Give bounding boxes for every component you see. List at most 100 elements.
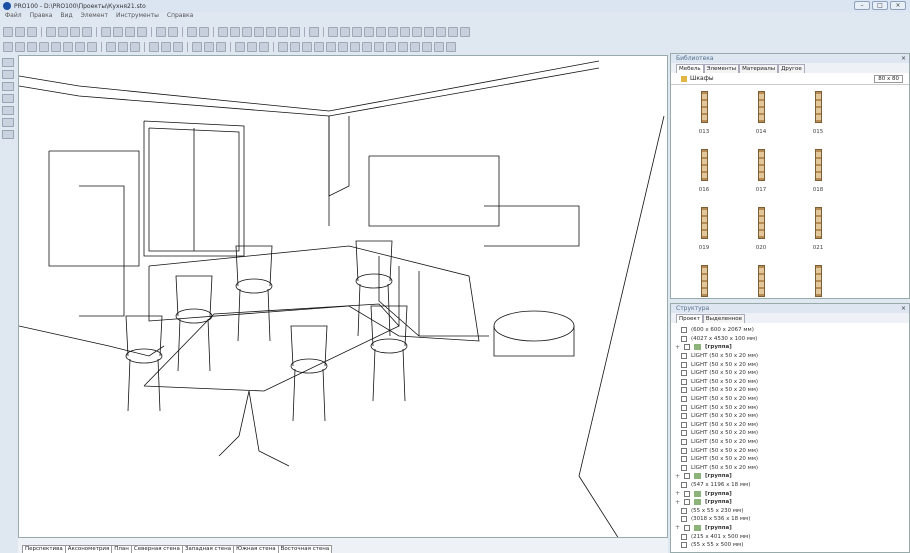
toolbar-button[interactable] — [376, 26, 386, 37]
toolbar-button[interactable] — [247, 41, 257, 52]
visibility-checkbox[interactable] — [684, 344, 690, 351]
tab-other[interactable]: Другое — [778, 64, 805, 73]
visibility-checkbox[interactable] — [681, 447, 687, 454]
toolbar-button[interactable] — [352, 26, 362, 37]
tree-row[interactable]: (215 x 401 x 500 мм) — [681, 532, 909, 541]
folder-select[interactable]: Шкафы 80 x 80 — [671, 73, 909, 85]
toolbar-button[interactable] — [3, 26, 13, 37]
tree-row[interactable]: (55 x 55 x 230 мм) — [681, 506, 909, 515]
tool-button[interactable] — [2, 130, 14, 139]
tab-north-wall[interactable]: Северная стена — [130, 545, 183, 553]
expand-icon[interactable]: + — [675, 473, 680, 480]
toolbar-button[interactable] — [400, 26, 410, 37]
library-item[interactable] — [746, 265, 776, 303]
tree-row[interactable]: LIGHT (50 x 50 x 20 мм) — [681, 464, 909, 473]
toolbar-button[interactable] — [338, 41, 348, 52]
toolbar-button[interactable] — [118, 41, 128, 52]
visibility-checkbox[interactable] — [684, 499, 690, 506]
visibility-checkbox[interactable] — [681, 481, 687, 488]
visibility-checkbox[interactable] — [681, 413, 687, 420]
toolbar-button[interactable] — [410, 41, 420, 52]
toolbar-button[interactable] — [204, 41, 214, 52]
toolbar-button[interactable] — [290, 41, 300, 52]
tree-row[interactable]: + [группа] — [675, 498, 909, 507]
toolbar-button[interactable] — [173, 41, 183, 52]
toolbar-button[interactable] — [398, 41, 408, 52]
tree-row[interactable]: LIGHT (50 x 50 x 20 мм) — [681, 369, 909, 378]
tab-axonometry[interactable]: Аксонометрия — [64, 545, 113, 553]
library-item[interactable]: 015 — [803, 91, 833, 135]
tree-row[interactable]: LIGHT (50 x 50 x 20 мм) — [681, 412, 909, 421]
toolbar-button[interactable] — [218, 26, 228, 37]
tree-row[interactable]: LIGHT (50 x 50 x 20 мм) — [681, 386, 909, 395]
tree-row[interactable]: LIGHT (50 x 50 x 20 мм) — [681, 360, 909, 369]
toolbar-button[interactable] — [278, 41, 288, 52]
toolbar-button[interactable] — [340, 26, 350, 37]
toolbar-button[interactable] — [168, 26, 178, 37]
toolbar-button[interactable] — [216, 41, 226, 52]
toolbar-button[interactable] — [374, 41, 384, 52]
visibility-checkbox[interactable] — [681, 464, 687, 471]
tree-row[interactable]: (3018 x 536 x 18 мм) — [681, 515, 909, 524]
toolbar-button[interactable] — [39, 41, 49, 52]
tree-row[interactable]: LIGHT (50 x 50 x 20 мм) — [681, 395, 909, 404]
toolbar-button[interactable] — [448, 26, 458, 37]
expand-icon[interactable]: + — [675, 499, 680, 506]
visibility-checkbox[interactable] — [681, 516, 687, 523]
toolbar-button[interactable] — [63, 41, 73, 52]
toolbar-button[interactable] — [460, 26, 470, 37]
library-item[interactable]: 020 — [746, 207, 776, 251]
tree-row[interactable]: (600 x 600 x 2067 мм) — [681, 326, 909, 335]
toolbar-button[interactable] — [230, 26, 240, 37]
tab-perspective[interactable]: Перспектива — [22, 545, 66, 553]
toolbar-button[interactable] — [15, 26, 25, 37]
visibility-checkbox[interactable] — [684, 490, 690, 497]
tool-button[interactable] — [2, 58, 14, 67]
toolbar-button[interactable] — [328, 26, 338, 37]
visibility-checkbox[interactable] — [681, 378, 687, 385]
menu-edit[interactable]: Правка — [30, 12, 53, 22]
tab-selected[interactable]: Выделенное — [702, 314, 746, 323]
toolbar-button[interactable] — [101, 26, 111, 37]
toolbar-button[interactable] — [3, 41, 13, 52]
toolbar-button[interactable] — [15, 41, 25, 52]
library-item[interactable]: 014 — [746, 91, 776, 135]
toolbar-button[interactable] — [302, 41, 312, 52]
visibility-checkbox[interactable] — [684, 524, 690, 531]
toolbar-button[interactable] — [106, 41, 116, 52]
toolbar-button[interactable] — [187, 26, 197, 37]
toolbar-button[interactable] — [192, 41, 202, 52]
visibility-checkbox[interactable] — [681, 404, 687, 411]
tool-button[interactable] — [2, 94, 14, 103]
toolbar-button[interactable] — [388, 26, 398, 37]
tree-row[interactable]: (547 x 1196 x 18 мм) — [681, 481, 909, 490]
toolbar-button[interactable] — [362, 41, 372, 52]
tool-button[interactable] — [2, 82, 14, 91]
toolbar-button[interactable] — [326, 41, 336, 52]
library-item[interactable]: 013 — [689, 91, 719, 135]
menu-tools[interactable]: Инструменты — [116, 12, 159, 22]
visibility-checkbox[interactable] — [681, 456, 687, 463]
tree-row[interactable]: LIGHT (50 x 50 x 20 мм) — [681, 403, 909, 412]
tree-row[interactable]: LIGHT (50 x 50 x 20 мм) — [681, 429, 909, 438]
visibility-checkbox[interactable] — [681, 533, 687, 540]
toolbar-button[interactable] — [82, 26, 92, 37]
maximize-button[interactable]: □ — [872, 1, 888, 10]
tool-button[interactable] — [2, 70, 14, 79]
close-button[interactable]: × — [890, 1, 906, 10]
visibility-checkbox[interactable] — [681, 327, 687, 334]
toolbar-button[interactable] — [130, 41, 140, 52]
visibility-checkbox[interactable] — [681, 370, 687, 377]
toolbar-button[interactable] — [113, 26, 123, 37]
menu-element[interactable]: Элемент — [81, 12, 108, 22]
toolbar-button[interactable] — [58, 26, 68, 37]
toolbar-button[interactable] — [434, 41, 444, 52]
library-item[interactable]: 017 — [746, 149, 776, 193]
library-item[interactable]: 018 — [803, 149, 833, 193]
visibility-checkbox[interactable] — [681, 387, 687, 394]
visibility-checkbox[interactable] — [681, 335, 687, 342]
tab-plan[interactable]: План — [111, 545, 132, 553]
tree-row[interactable]: LIGHT (50 x 50 x 20 мм) — [681, 378, 909, 387]
toolbar-button[interactable] — [149, 41, 159, 52]
toolbar-button[interactable] — [27, 41, 37, 52]
